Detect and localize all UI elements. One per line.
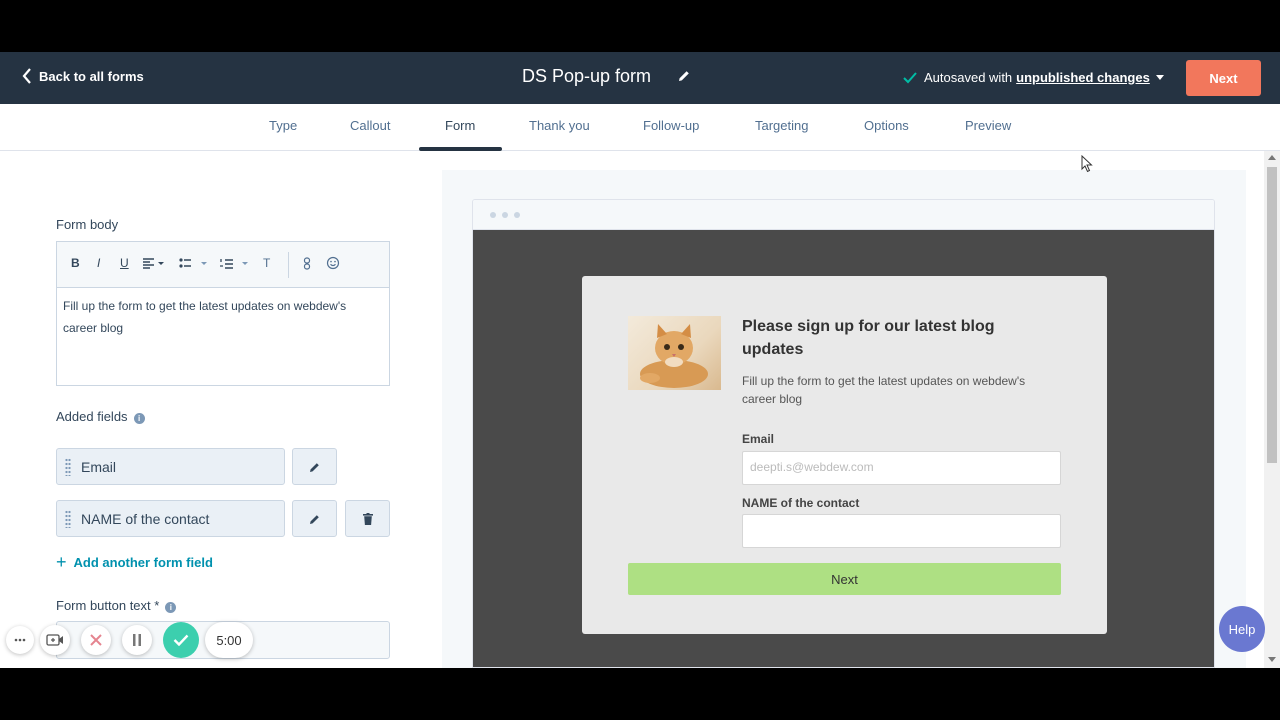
letterbox-top: [0, 0, 1280, 52]
editor-toolbar: B I U T: [57, 242, 389, 288]
link-icon[interactable]: [303, 257, 311, 270]
popup-form-preview: Please sign up for our latest blog updat…: [582, 276, 1107, 634]
mouse-cursor-icon: [1081, 155, 1093, 173]
scroll-thumb[interactable]: [1267, 167, 1277, 463]
close-icon: [90, 634, 102, 646]
clear-format-button[interactable]: T: [263, 256, 270, 270]
camera-icon: [46, 634, 63, 646]
tab-targeting[interactable]: Targeting: [755, 118, 808, 133]
field-label: Email: [81, 458, 117, 475]
scroll-down-icon[interactable]: [1268, 657, 1276, 662]
chevron-left-icon: [22, 68, 31, 84]
more-dots-icon: [14, 638, 26, 642]
pencil-icon[interactable]: [677, 69, 691, 83]
plus-icon: +: [56, 552, 67, 572]
more-options-button[interactable]: [6, 626, 34, 654]
letterbox-bottom: [0, 668, 1280, 720]
editor-header: Back to all forms DS Pop-up form Autosav…: [0, 52, 1280, 104]
back-link-label: Back to all forms: [39, 68, 144, 84]
field-label: NAME of the contact: [81, 510, 210, 527]
unpublished-changes-link[interactable]: unpublished changes: [1016, 70, 1150, 85]
popup-next-button[interactable]: Next: [628, 563, 1061, 595]
autosave-status: Autosaved with unpublished changes: [903, 70, 1164, 85]
form-title-text: DS Pop-up form: [522, 66, 652, 86]
form-button-text-label-text: Form button text *: [56, 598, 160, 613]
trash-icon: [362, 512, 373, 525]
field-row-email[interactable]: Email: [56, 448, 285, 485]
info-icon[interactable]: i: [165, 602, 177, 613]
tab-bar: Type Callout Form Thank you Follow-up Ta…: [0, 104, 1280, 151]
add-form-field-link[interactable]: + Add another form field: [56, 552, 213, 572]
scroll-up-icon[interactable]: [1268, 155, 1276, 160]
pencil-icon: [309, 514, 319, 524]
info-icon[interactable]: i: [133, 413, 145, 424]
edit-field-button[interactable]: [292, 500, 337, 537]
drag-handle-icon[interactable]: [65, 457, 71, 476]
tab-preview[interactable]: Preview: [965, 118, 1011, 133]
delete-field-button[interactable]: [345, 500, 390, 537]
bold-button[interactable]: B: [71, 256, 80, 270]
tab-thank-you[interactable]: Thank you: [529, 118, 590, 133]
form-settings-panel: Form body B I U T Fill up the form to ge…: [0, 151, 442, 668]
autosave-text: Autosaved with: [924, 70, 1013, 85]
add-field-label: Add another form field: [73, 555, 213, 570]
recording-timer: 5:00: [205, 622, 253, 658]
pause-icon: [133, 634, 141, 646]
added-fields-label: Added fields i: [56, 409, 145, 424]
popup-subtext: Fill up the form to get the latest updat…: [742, 374, 1026, 406]
form-body-label: Form body: [56, 217, 119, 232]
form-title[interactable]: DS Pop-up form: [522, 66, 689, 87]
pencil-icon: [309, 462, 319, 472]
next-button[interactable]: Next: [1186, 60, 1261, 96]
rich-text-editor[interactable]: B I U T Fill up the form to get the late…: [56, 241, 390, 386]
help-button[interactable]: Help: [1219, 606, 1265, 652]
underline-button[interactable]: U: [120, 256, 129, 270]
field-row-name[interactable]: NAME of the contact: [56, 500, 285, 537]
tab-callout[interactable]: Callout: [350, 118, 390, 133]
email-label: Email: [742, 432, 775, 446]
tab-follow-up[interactable]: Follow-up: [643, 118, 699, 133]
edit-field-button[interactable]: [292, 448, 337, 485]
cancel-recording-button[interactable]: [81, 625, 111, 655]
recorder-controls: 5:00: [6, 621, 253, 659]
window-dot-icon: [514, 212, 520, 218]
tab-options[interactable]: Options: [864, 118, 909, 133]
email-field[interactable]: deepti.s@webdew.com: [742, 451, 1061, 485]
drag-handle-icon[interactable]: [65, 509, 71, 528]
name-label: NAME of the contact: [742, 496, 860, 510]
kitten-illustration: [640, 324, 708, 388]
align-left-icon[interactable]: [143, 258, 165, 270]
tab-form[interactable]: Form: [445, 118, 475, 133]
finish-recording-button[interactable]: [163, 622, 199, 658]
caret-down-icon[interactable]: [1155, 75, 1164, 80]
check-icon: [173, 634, 189, 646]
form-body-text[interactable]: Fill up the form to get the latest updat…: [57, 288, 389, 346]
scrollbar[interactable]: [1264, 151, 1280, 668]
numbered-list-icon[interactable]: [220, 258, 252, 270]
pause-recording-button[interactable]: [122, 625, 152, 655]
webcam-button[interactable]: [40, 625, 70, 655]
check-icon: [903, 71, 917, 83]
bullet-list-icon[interactable]: [179, 258, 211, 270]
window-dot-icon: [490, 212, 496, 218]
toolbar-divider: [288, 252, 289, 278]
kitten-image: [628, 316, 721, 390]
back-to-forms-link[interactable]: Back to all forms: [22, 68, 144, 84]
window-dot-icon: [502, 212, 508, 218]
browser-bar: [473, 200, 1214, 230]
added-fields-text: Added fields: [56, 409, 128, 424]
popup-heading: Please sign up for our latest blog updat…: [742, 318, 995, 358]
name-field[interactable]: [742, 514, 1061, 548]
tab-type[interactable]: Type: [269, 118, 297, 133]
form-button-text-label: Form button text * i: [56, 598, 177, 613]
emoji-icon[interactable]: [326, 256, 340, 270]
italic-button[interactable]: I: [97, 256, 100, 270]
